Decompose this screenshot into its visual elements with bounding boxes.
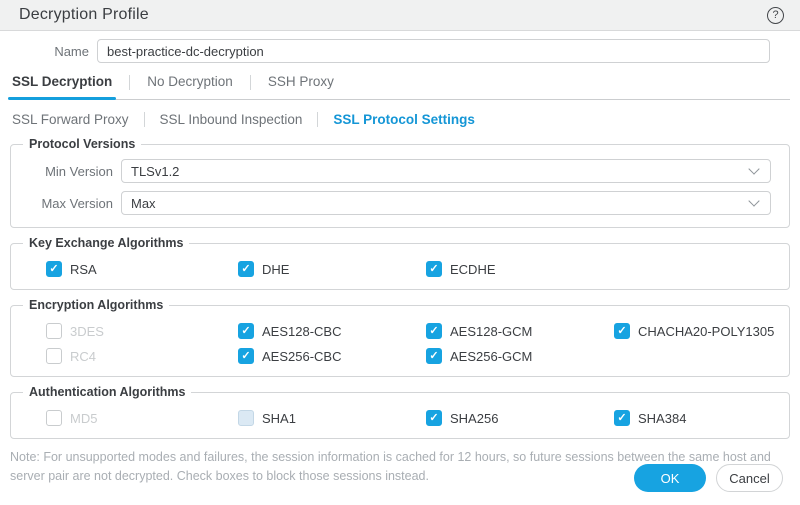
checkbox-3des[interactable]: 3DES: [46, 323, 238, 339]
checkbox-label: RC4: [70, 349, 96, 364]
key-exchange-grid: RSA DHE ECDHE: [11, 256, 789, 279]
checkbox-label: SHA1: [262, 411, 296, 426]
min-version-select[interactable]: TLSv1.2: [121, 159, 771, 183]
min-version-row: Min Version TLSv1.2: [11, 157, 789, 185]
protocol-versions-legend: Protocol Versions: [23, 137, 141, 151]
checkbox-icon: [426, 410, 442, 426]
ok-button[interactable]: OK: [634, 464, 706, 492]
encryption-section: Encryption Algorithms 3DES AES128-CBC AE…: [10, 298, 790, 377]
checkbox-label: AES256-CBC: [262, 349, 341, 364]
tab-separator: [250, 75, 251, 90]
encryption-grid: 3DES AES128-CBC AES128-GCM CHACHA20-POLY…: [11, 318, 789, 366]
checkbox-icon: [426, 261, 442, 277]
checkbox-label: 3DES: [70, 324, 104, 339]
checkbox-icon: [238, 323, 254, 339]
checkbox-chacha20-poly1305[interactable]: CHACHA20-POLY1305: [614, 323, 789, 339]
main-tabbar: SSL Decryption No Decryption SSH Proxy: [10, 69, 790, 100]
checkbox-ecdhe[interactable]: ECDHE: [426, 261, 614, 277]
tab-no-decryption[interactable]: No Decryption: [145, 70, 235, 98]
checkbox-icon: [46, 348, 62, 364]
checkbox-icon: [426, 348, 442, 364]
name-input[interactable]: [97, 39, 770, 63]
max-version-label: Max Version: [11, 196, 121, 211]
cancel-button[interactable]: Cancel: [716, 464, 783, 492]
name-label: Name: [0, 44, 97, 59]
checkbox-label: SHA384: [638, 411, 686, 426]
min-version-value: TLSv1.2: [131, 164, 179, 179]
checkbox-icon: [614, 410, 630, 426]
max-version-value: Max: [131, 196, 156, 211]
protocol-versions-section: Protocol Versions Min Version TLSv1.2 Ma…: [10, 137, 790, 228]
checkbox-icon: [46, 323, 62, 339]
dialog-header: Decryption Profile ?: [0, 0, 800, 31]
checkbox-icon: [238, 348, 254, 364]
max-version-row: Max Version Max: [11, 189, 789, 217]
tab-ssh-proxy[interactable]: SSH Proxy: [266, 70, 336, 98]
dialog-footer: OK Cancel: [634, 464, 783, 492]
subtab-ssl-protocol-settings[interactable]: SSL Protocol Settings: [333, 112, 475, 127]
checkbox-aes256-gcm[interactable]: AES256-GCM: [426, 348, 614, 364]
checkbox-icon: [426, 323, 442, 339]
min-version-label: Min Version: [11, 164, 121, 179]
decryption-profile-dialog: Decryption Profile ? Name SSL Decryption…: [0, 0, 800, 486]
checkbox-label: ECDHE: [450, 262, 496, 277]
checkbox-aes128-cbc[interactable]: AES128-CBC: [238, 323, 426, 339]
checkbox-rc4[interactable]: RC4: [46, 348, 238, 364]
max-version-select[interactable]: Max: [121, 191, 771, 215]
checkbox-sha256[interactable]: SHA256: [426, 410, 614, 426]
checkbox-label: CHACHA20-POLY1305: [638, 324, 774, 339]
key-exchange-legend: Key Exchange Algorithms: [23, 236, 189, 250]
subtab-ssl-forward-proxy[interactable]: SSL Forward Proxy: [12, 112, 129, 127]
authentication-grid: MD5 SHA1 SHA256 SHA384: [11, 405, 789, 428]
checkbox-label: AES128-CBC: [262, 324, 341, 339]
authentication-legend: Authentication Algorithms: [23, 385, 191, 399]
subtab-separator: [144, 112, 145, 127]
key-exchange-section: Key Exchange Algorithms RSA DHE ECDHE: [10, 236, 790, 290]
checkbox-md5[interactable]: MD5: [46, 410, 238, 426]
checkbox-label: MD5: [70, 411, 97, 426]
checkbox-dhe[interactable]: DHE: [238, 261, 426, 277]
encryption-legend: Encryption Algorithms: [23, 298, 169, 312]
page-title: Decryption Profile: [19, 6, 149, 24]
chevron-down-icon: [748, 195, 759, 206]
checkbox-aes256-cbc[interactable]: AES256-CBC: [238, 348, 426, 364]
checkbox-icon: [614, 323, 630, 339]
help-icon[interactable]: ?: [767, 7, 784, 24]
checkbox-sha1[interactable]: SHA1: [238, 410, 426, 426]
checkbox-label: AES256-GCM: [450, 349, 532, 364]
checkbox-icon: [46, 261, 62, 277]
checkbox-label: DHE: [262, 262, 289, 277]
checkbox-sha384[interactable]: SHA384: [614, 410, 789, 426]
checkbox-icon: [238, 410, 254, 426]
checkbox-aes128-gcm[interactable]: AES128-GCM: [426, 323, 614, 339]
checkbox-label: RSA: [70, 262, 97, 277]
checkbox-label: SHA256: [450, 411, 498, 426]
subtab-separator: [317, 112, 318, 127]
subtab-ssl-inbound-inspection[interactable]: SSL Inbound Inspection: [160, 112, 303, 127]
checkbox-label: AES128-GCM: [450, 324, 532, 339]
checkbox-icon: [46, 410, 62, 426]
sub-tabbar: SSL Forward Proxy SSL Inbound Inspection…: [12, 109, 790, 129]
tab-ssl-decryption[interactable]: SSL Decryption: [10, 70, 114, 98]
checkbox-icon: [238, 261, 254, 277]
chevron-down-icon: [748, 163, 759, 174]
authentication-section: Authentication Algorithms MD5 SHA1 SHA25…: [10, 385, 790, 439]
tab-separator: [129, 75, 130, 90]
name-row: Name: [0, 31, 800, 67]
checkbox-rsa[interactable]: RSA: [46, 261, 238, 277]
